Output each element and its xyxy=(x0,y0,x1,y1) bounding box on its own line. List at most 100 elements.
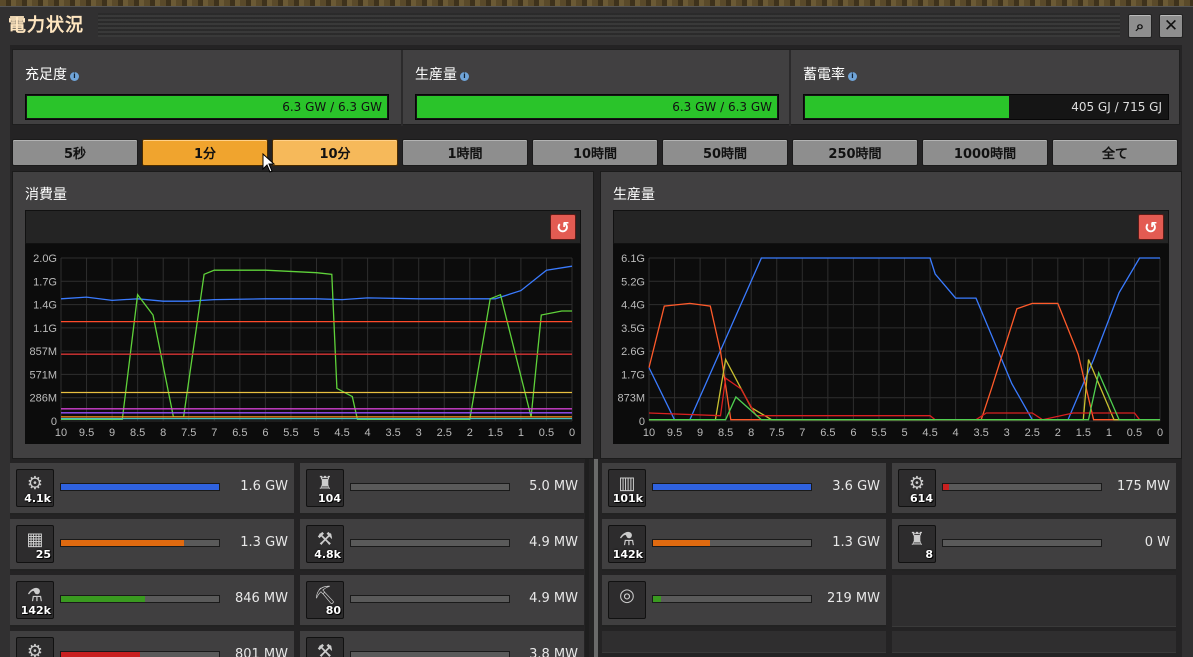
production-row[interactable]: ♜ 8 0 W xyxy=(892,519,1176,571)
production-reset-button[interactable]: ↺ xyxy=(1138,214,1164,240)
production-x-tick: 7.5 xyxy=(769,427,784,439)
consumption-row[interactable]: ⚗ 142k 846 MW xyxy=(10,575,294,627)
production-row[interactable]: ▥ 101k 3.6 GW xyxy=(602,463,886,515)
consumption-reset-button[interactable]: ↺ xyxy=(550,214,576,240)
info-icon[interactable]: i xyxy=(848,72,857,81)
consumption-row[interactable]: ♜ 104 5.0 MW xyxy=(300,463,584,515)
list-divider xyxy=(585,459,589,657)
production-row[interactable]: ⚗ 142k 1.3 GW xyxy=(602,519,886,571)
charge-bar-fill xyxy=(805,96,1010,118)
production-x-tick: 6 xyxy=(850,427,856,439)
power-value: 5.0 MW xyxy=(529,479,578,494)
consumption-x-tick: 0.5 xyxy=(539,427,554,439)
consumption-y-tick: 1.4G xyxy=(33,300,57,312)
time-button[interactable]: 全て xyxy=(1052,139,1178,166)
entity-count: 25 xyxy=(35,548,51,561)
consumption-panel: 消費量 ↺ 2.0G 1.7G 1.4G 1.1G 857M 571M 286M 0 10 9.5… xyxy=(12,171,594,459)
time-button[interactable]: 10時間 xyxy=(532,139,658,166)
consumption-y-tick: 571M xyxy=(29,369,57,381)
production-y-tick: 1.7G xyxy=(621,369,645,381)
time-range-buttons: 5秒 1分 10分 1時間 10時間 50時間 250時間 1000時間 全て xyxy=(12,139,1180,167)
production-x-tick: 7 xyxy=(799,427,805,439)
close-button[interactable]: ✕ xyxy=(1159,14,1183,38)
production-x-tick: 4 xyxy=(953,427,959,439)
power-value: 3.6 GW xyxy=(832,479,880,494)
consumption-x-tick: 6.5 xyxy=(232,427,247,439)
production-x-tick: 9 xyxy=(697,427,703,439)
satisfaction-bar: 6.3 GW / 6.3 GW xyxy=(25,94,389,120)
consumption-row[interactable]: ⚒ 3.8 MW xyxy=(300,631,584,657)
titlebar: 電力状況 ⌕ ✕ xyxy=(0,7,1193,41)
time-button[interactable]: 50時間 xyxy=(662,139,788,166)
power-share-bar xyxy=(652,539,812,547)
power-share-bar xyxy=(350,595,510,603)
consumption-y-tick: 286M xyxy=(29,393,57,405)
consumption-row[interactable]: ⛏ 80 4.9 MW xyxy=(300,575,584,627)
charge-label: 蓄電率 xyxy=(803,67,845,83)
production-row[interactable]: ◎ 219 MW xyxy=(602,575,886,627)
time-button[interactable]: 10分 xyxy=(272,139,398,166)
time-button[interactable]: 1000時間 xyxy=(922,139,1048,166)
entity-slot: ♜ 104 xyxy=(306,469,344,507)
consumption-x-tick: 1.5 xyxy=(488,427,503,439)
production-y-tick: 873M xyxy=(617,393,645,405)
time-button[interactable]: 5秒 xyxy=(12,139,138,166)
consumption-x-tick: 9 xyxy=(109,427,115,439)
machine-icon: ⚙ xyxy=(26,641,44,657)
consumption-x-tick: 7.5 xyxy=(181,427,196,439)
consumption-x-tick: 3 xyxy=(416,427,422,439)
consumption-y-tick: 1.1G xyxy=(33,323,57,335)
consumption-row[interactable]: ⚒ 4.8k 4.9 MW xyxy=(300,519,584,571)
power-share-fill xyxy=(943,484,950,490)
production-row[interactable]: ⚙ 614 175 MW xyxy=(892,463,1176,515)
power-value: 846 MW xyxy=(234,591,288,606)
entity-slot: ▦ 25 xyxy=(16,525,54,563)
power-share-fill xyxy=(61,484,219,490)
production-x-tick: 8.5 xyxy=(718,427,733,439)
consumption-x-tick: 3.5 xyxy=(386,427,401,439)
entity-slot: ⚙ 614 xyxy=(898,469,936,507)
info-icon[interactable]: i xyxy=(460,72,469,81)
power-share-bar xyxy=(350,539,510,547)
entity-slot: ⚒ 4.8k xyxy=(306,525,344,563)
window-title: 電力状況 xyxy=(8,15,84,36)
time-button[interactable]: 250時間 xyxy=(792,139,918,166)
power-share-bar xyxy=(350,483,510,491)
consumption-x-tick: 9.5 xyxy=(79,427,94,439)
power-value: 219 MW xyxy=(826,591,880,606)
production-x-tick: 3.5 xyxy=(974,427,989,439)
drag-handle[interactable] xyxy=(98,13,1120,37)
reset-icon: ↺ xyxy=(556,217,570,237)
time-button[interactable]: 1分 xyxy=(142,139,268,166)
list-scrollbar[interactable] xyxy=(594,459,598,657)
content: 充足度 i 6.3 GW / 6.3 GW 生産量 i 6.3 GW / 6.3 G… xyxy=(10,45,1182,657)
production-x-tick: 2 xyxy=(1055,427,1061,439)
production-value: 6.3 GW / 6.3 GW xyxy=(672,100,772,114)
production-chart: 6.1G 5.2G 4.4G 3.5G 2.6G 1.7G 873M 0 10 9.5 9 8.5 8 7… xyxy=(613,244,1169,444)
production-panel: 生産量 ↺ 6.1G 5.2G 4.4G 3.5G 2.6G 1.7G 873M 0 10 9.5… xyxy=(600,171,1182,459)
entity-slot: ⚗ 142k xyxy=(608,525,646,563)
production-x-tick: 2.5 xyxy=(1025,427,1040,439)
entity-count: 614 xyxy=(910,492,933,505)
production-title: 生産量 xyxy=(613,187,655,203)
power-share-bar xyxy=(60,651,220,657)
power-value: 1.6 GW xyxy=(240,479,288,494)
consumption-row[interactable]: ⚙ 801 MW xyxy=(10,631,294,657)
consumption-graph-toolbar: ↺ xyxy=(25,210,581,244)
time-button[interactable]: 1時間 xyxy=(402,139,528,166)
consumption-x-tick: 7 xyxy=(211,427,217,439)
info-icon[interactable]: i xyxy=(70,72,79,81)
production-x-tick: 5.5 xyxy=(871,427,886,439)
consumption-x-tick: 2.5 xyxy=(437,427,452,439)
entity-count: 80 xyxy=(325,604,341,617)
reset-icon: ↺ xyxy=(1144,217,1158,237)
power-value: 4.9 MW xyxy=(529,591,578,606)
search-button[interactable]: ⌕ xyxy=(1128,14,1152,38)
consumption-title: 消費量 xyxy=(25,187,67,203)
consumption-row[interactable]: ▦ 25 1.3 GW xyxy=(10,519,294,571)
production-empty-row xyxy=(892,631,1176,653)
consumption-row[interactable]: ⚙ 4.1k 1.6 GW xyxy=(10,463,294,515)
consumption-y-tick: 1.7G xyxy=(33,276,57,288)
power-share-fill xyxy=(61,596,145,602)
power-value: 175 MW xyxy=(1116,479,1170,494)
